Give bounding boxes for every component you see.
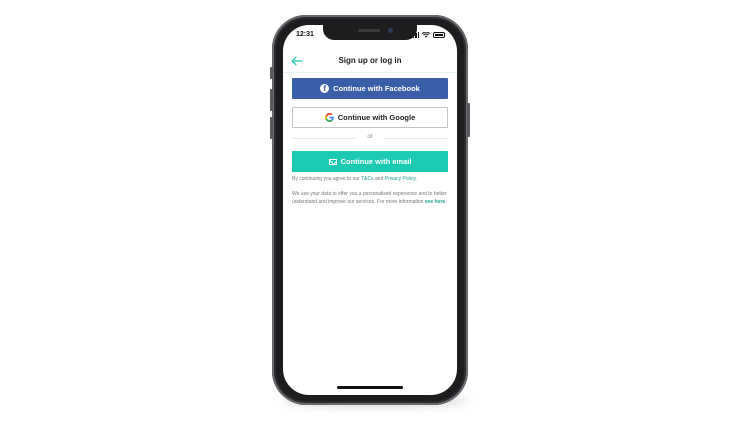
terms-text: By continuing you agree to our T&Cs and … [292,176,450,183]
info-text: We use your data to offer you a personal… [292,191,447,205]
terms-and: and [373,176,385,182]
terms-suffix: . [415,176,417,182]
status-time: 12:31 [296,31,314,38]
power-button [467,103,470,137]
silent-switch [270,67,273,79]
see-here-link[interactable]: see here [425,199,445,205]
continue-with-email-button[interactable]: Continue with email [292,151,448,172]
continue-with-google-button[interactable]: Continue with Google [292,107,448,128]
front-camera [388,28,393,33]
app-screen: 12:31 Sign up or log in f Continue with … [283,25,457,395]
wifi-icon [422,31,430,38]
mail-icon [328,158,337,165]
facebook-icon: f [320,84,330,93]
info-suffix: . [445,198,447,205]
phone-frame: 12:31 Sign up or log in f Continue with … [270,15,470,405]
page-title: Sign up or log in [338,56,402,65]
notch [323,25,417,40]
volume-down-button [270,117,273,139]
status-icons [410,31,445,38]
divider-line-right [384,138,448,139]
home-indicator[interactable] [337,386,403,389]
continue-with-facebook-button[interactable]: f Continue with Facebook [292,78,448,99]
cellular-signal-icon [410,31,419,38]
speaker-grille [358,29,380,32]
tcs-link[interactable]: T&Cs [361,176,374,182]
volume-up-button [270,89,273,111]
google-button-label: Continue with Google [337,113,416,122]
or-divider: or [292,134,448,143]
email-button-label: Continue with email [340,157,412,166]
terms-prefix: By continuing you agree to our [292,176,362,182]
facebook-button-label: Continue with Facebook [333,84,420,93]
nav-bar: Sign up or log in [283,50,457,73]
data-usage-info: We use your data to offer you a personal… [292,191,450,206]
google-icon [324,113,334,122]
or-text: or [367,134,373,140]
battery-icon [433,31,445,38]
privacy-policy-link[interactable]: Privacy Policy [385,176,416,182]
